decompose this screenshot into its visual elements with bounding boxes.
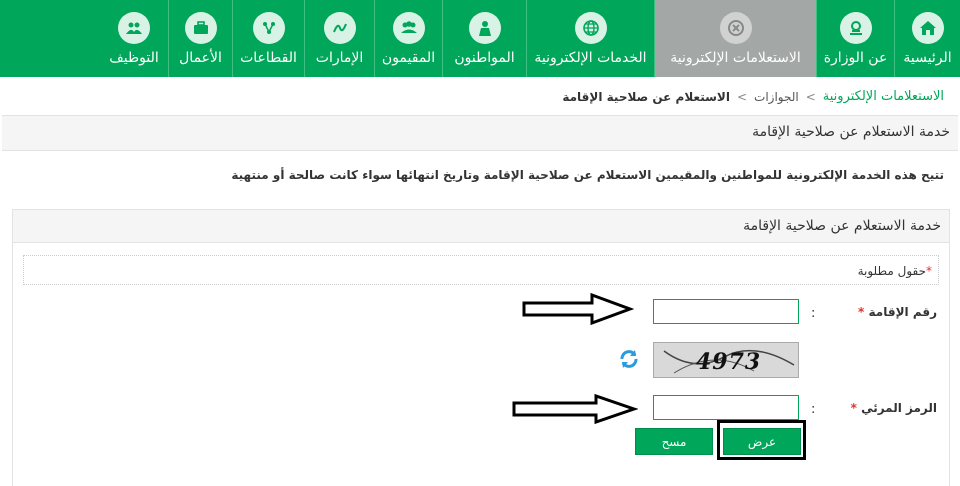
regions-icon xyxy=(323,12,356,44)
globe-icon xyxy=(574,12,607,44)
nav-item-e-services[interactable]: الخدمات الإلكترونية xyxy=(526,0,654,77)
nav-label: الخدمات الإلكترونية xyxy=(534,50,647,66)
nav-label: المواطنون xyxy=(454,50,515,66)
residents-icon xyxy=(392,12,425,44)
inquiry-form-panel: خدمة الاستعلام عن صلاحية الإقامة *حقول م… xyxy=(12,209,950,486)
nav-label: الرئيسية xyxy=(903,50,952,66)
nav-label: الأعمال xyxy=(179,50,222,66)
iqama-colon: : xyxy=(811,306,816,321)
network-icon xyxy=(252,12,285,44)
briefcase-icon xyxy=(184,12,217,44)
iqama-number-label: رقم الإقامة * xyxy=(858,305,937,319)
breadcrumb: الاستعلامات الإلكترونية > الجوازات > الا… xyxy=(562,89,944,104)
iqama-number-input[interactable] xyxy=(653,299,799,324)
submit-highlight-box xyxy=(717,420,806,460)
nav-label: الاستعلامات الإلكترونية xyxy=(670,50,801,66)
home-icon xyxy=(911,12,944,44)
panel-header: خدمة الاستعلام عن صلاحية الإقامة xyxy=(13,210,949,243)
captcha-colon: : xyxy=(811,402,816,417)
nav-item-emirates[interactable]: الإمارات xyxy=(304,0,374,77)
annotation-arrow-iqama xyxy=(522,292,634,326)
captcha-label-text: الرمز المرئي xyxy=(861,401,937,415)
page-title-bar: خدمة الاستعلام عن صلاحية الإقامة xyxy=(2,115,958,151)
captcha-label: الرمز المرئي * xyxy=(851,401,937,415)
breadcrumb-root[interactable]: الاستعلامات الإلكترونية xyxy=(823,89,944,104)
team-icon xyxy=(118,12,150,44)
nav-label: التوظيف xyxy=(109,50,159,66)
required-note-text: *حقول مطلوبة xyxy=(858,264,932,278)
nav-label: الإمارات xyxy=(315,50,364,66)
nav-label: المقيمون xyxy=(381,50,436,66)
nav-label: عن الوزارة xyxy=(823,50,888,66)
captcha-image: 4973 xyxy=(653,342,799,378)
nav-label: القطاعات xyxy=(240,50,297,66)
ministry-emblem-icon xyxy=(839,12,872,44)
breadcrumb-separator: > xyxy=(736,89,748,104)
nav-item-business[interactable]: الأعمال xyxy=(168,0,232,77)
nav-item-e-inquiries[interactable]: الاستعلامات الإلكترونية xyxy=(654,0,816,77)
nav-item-about-ministry[interactable]: عن الوزارة xyxy=(816,0,894,77)
required-star: * xyxy=(850,401,857,415)
breadcrumb-separator: > xyxy=(805,89,816,104)
required-note-label: حقول مطلوبة xyxy=(857,264,926,278)
page-title: خدمة الاستعلام عن صلاحية الإقامة xyxy=(752,124,950,140)
required-star: * xyxy=(858,305,865,319)
nav-item-employment[interactable]: التوظيف xyxy=(100,0,168,77)
required-star: * xyxy=(926,264,932,278)
breadcrumb-middle[interactable]: الجوازات xyxy=(754,90,799,104)
panel-title: خدمة الاستعلام عن صلاحية الإقامة xyxy=(743,218,941,234)
clear-button[interactable]: مسح xyxy=(635,428,713,455)
refresh-captcha-icon[interactable] xyxy=(618,348,640,370)
page-description: تتيح هذه الخدمة الإلكترونية للمواطنين وا… xyxy=(231,168,944,182)
nav-item-home[interactable]: الرئيسية xyxy=(894,0,960,77)
iqama-label-text: رقم الإقامة xyxy=(868,305,937,319)
nav-item-sectors[interactable]: القطاعات xyxy=(232,0,304,77)
captcha-code: 4973 xyxy=(696,349,762,375)
inquiry-icon xyxy=(719,12,752,44)
nav-item-residents[interactable]: المقيمون xyxy=(374,0,442,77)
main-navigation: الرئيسية عن الوزارة الاستعلامات الإلكترو… xyxy=(0,0,960,77)
captcha-input[interactable] xyxy=(653,395,799,420)
nav-item-citizens[interactable]: المواطنون xyxy=(442,0,526,77)
required-fields-note: *حقول مطلوبة xyxy=(23,255,939,285)
annotation-arrow-captcha xyxy=(512,393,638,425)
citizen-icon xyxy=(468,12,501,44)
breadcrumb-current: الاستعلام عن صلاحية الإقامة xyxy=(562,89,730,104)
